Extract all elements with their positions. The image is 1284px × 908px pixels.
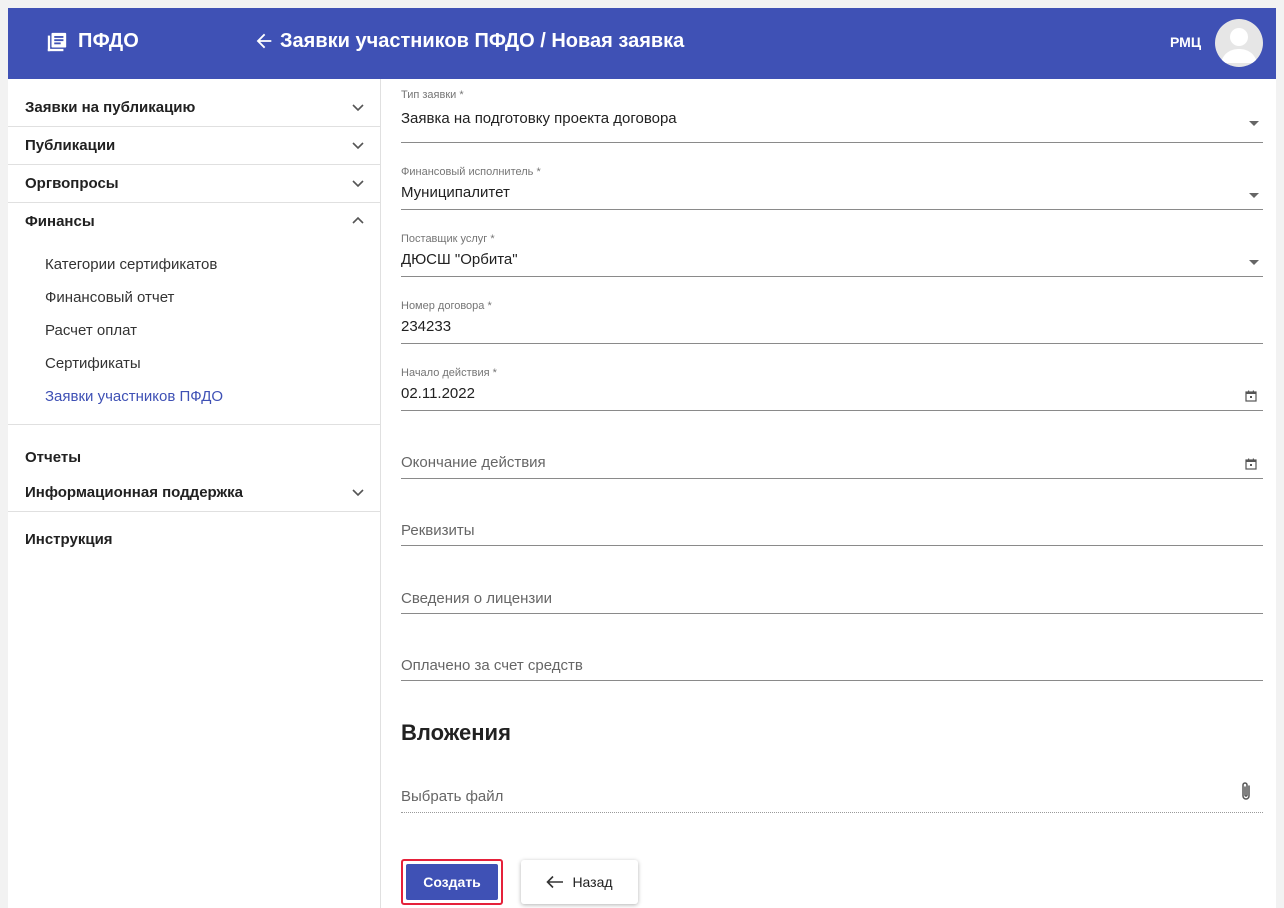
sidebar-item-label: Заявки на публикацию [25, 99, 196, 116]
create-button[interactable]: Создать [401, 859, 503, 905]
sidebar-item-info-support[interactable]: Информационная поддержка [8, 474, 381, 512]
sidebar-subitem-certificate-categories[interactable]: Категории сертификатов [45, 256, 217, 273]
license-info-input[interactable]: Сведения о лицензии [401, 568, 1263, 614]
field-value: Муниципалитет [401, 184, 510, 201]
requisites-input[interactable]: Реквизиты [401, 500, 1263, 546]
calendar-icon[interactable] [1245, 390, 1257, 402]
document-list-icon [47, 32, 67, 51]
field-placeholder: Реквизиты [401, 522, 475, 539]
request-type-select[interactable]: Тип заявки * Заявка на подготовку проект… [401, 86, 1263, 143]
arrow-back-icon[interactable] [253, 30, 275, 52]
field-placeholder: Сведения о лицензии [401, 590, 553, 607]
sidebar-item-label: Публикации [25, 137, 116, 154]
calendar-icon[interactable] [1245, 458, 1257, 470]
create-button-label: Создать [406, 864, 498, 900]
chevron-down-icon [352, 489, 364, 497]
sidebar-item-label: Информационная поддержка [25, 484, 243, 501]
dropdown-arrow-icon [1249, 193, 1259, 198]
field-placeholder: Оплачено за счет средств [401, 657, 583, 674]
field-label: Начало действия * [401, 367, 497, 379]
field-placeholder: Окончание действия [401, 454, 546, 471]
paid-by-input[interactable]: Оплачено за счет средств [401, 635, 1263, 681]
dropdown-arrow-icon [1249, 260, 1259, 265]
file-picker[interactable]: Выбрать файл [401, 780, 1263, 813]
sidebar-item-instructions[interactable]: Инструкция [8, 521, 381, 559]
field-value: ДЮСШ "Орбита" [401, 251, 518, 268]
app-title: ПФДО [78, 30, 140, 52]
user-icon [1221, 28, 1257, 63]
arrow-back-icon [546, 875, 564, 889]
end-date-input[interactable]: Окончание действия [401, 433, 1263, 479]
sidebar-subitem-participant-requests[interactable]: Заявки участников ПФДО [45, 388, 223, 405]
user-name[interactable]: РМЦ [1170, 34, 1201, 50]
sidebar: Заявки на публикацию Публикации Оргвопро… [8, 79, 381, 908]
breadcrumb: Заявки участников ПФДО / Новая заявка [280, 30, 685, 52]
sidebar-item-label: Финансы [25, 213, 95, 230]
field-value: Заявка на подготовку проекта договора [401, 110, 677, 127]
file-placeholder: Выбрать файл [401, 788, 504, 805]
field-label: Финансовый исполнитель * [401, 166, 541, 178]
paperclip-icon[interactable] [1239, 780, 1253, 802]
back-button[interactable]: Назад [521, 860, 638, 904]
app-frame: ПФДО Заявки участников ПФДО / Новая заяв… [8, 8, 1276, 908]
chevron-down-icon [352, 104, 364, 112]
back-button-label: Назад [572, 874, 613, 890]
sidebar-subitem-payment-calculation[interactable]: Расчет оплат [45, 322, 137, 339]
chevron-down-icon [352, 180, 364, 188]
sidebar-subitem-certificates[interactable]: Сертификаты [45, 355, 141, 372]
sidebar-item-label: Отчеты [25, 449, 82, 466]
top-app-bar: ПФДО Заявки участников ПФДО / Новая заяв… [8, 8, 1276, 79]
sidebar-item-reports[interactable]: Отчеты [8, 439, 381, 477]
field-label: Номер договора * [401, 300, 492, 312]
service-provider-select[interactable]: Поставщик услуг * ДЮСШ "Орбита" [401, 230, 1263, 277]
sidebar-item-org-questions[interactable]: Оргвопросы [8, 165, 381, 203]
chevron-up-icon [352, 216, 364, 224]
sidebar-item-finance[interactable]: Финансы [8, 203, 381, 241]
contract-number-input[interactable]: Номер договора * 234233 [401, 297, 1263, 344]
brand[interactable]: ПФДО [46, 30, 139, 53]
divider [8, 424, 381, 425]
sidebar-item-publications[interactable]: Публикации [8, 127, 381, 165]
field-value: 02.11.2022 [401, 385, 475, 402]
chevron-down-icon [352, 142, 364, 150]
field-label: Тип заявки * [401, 89, 464, 101]
sidebar-item-publication-requests[interactable]: Заявки на публикацию [8, 89, 381, 127]
sidebar-item-label: Инструкция [25, 531, 113, 548]
sidebar-item-label: Оргвопросы [25, 175, 119, 192]
financial-executor-select[interactable]: Финансовый исполнитель * Муниципалитет [401, 163, 1263, 210]
start-date-input[interactable]: Начало действия * 02.11.2022 [401, 364, 1263, 411]
attachments-title: Вложения [401, 720, 511, 745]
dropdown-arrow-icon [1249, 121, 1259, 126]
field-label: Поставщик услуг * [401, 233, 495, 245]
sidebar-subitem-financial-report[interactable]: Финансовый отчет [45, 289, 174, 306]
field-value: 234233 [401, 318, 452, 335]
avatar[interactable] [1215, 19, 1263, 67]
